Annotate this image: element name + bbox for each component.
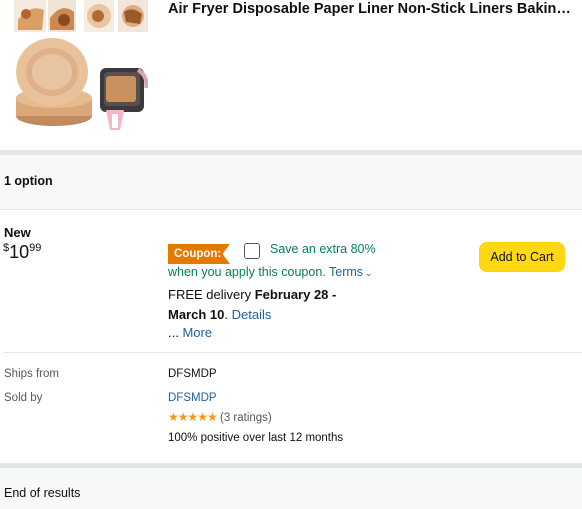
condition-label: New xyxy=(4,225,31,240)
product-image[interactable] xyxy=(14,36,149,134)
more-prefix: ... xyxy=(168,325,183,340)
coupon-apply-line: when you apply this coupon. Terms ⌄ xyxy=(168,265,373,279)
chevron-down-icon[interactable]: ⌄ xyxy=(365,268,373,278)
product-image-art xyxy=(16,38,149,130)
ratings-count: (3 ratings) xyxy=(220,412,272,424)
seller-positive-feedback: 100% positive over last 12 months xyxy=(168,432,344,444)
coupon-badge: Coupon: xyxy=(168,244,230,264)
sold-by-link[interactable]: DFSMDP xyxy=(168,392,217,404)
coupon-checkbox[interactable] xyxy=(244,243,260,259)
delivery-dates-end: March 10 xyxy=(168,307,225,322)
product-title[interactable]: Air Fryer Disposable Paper Liner Non-Sti… xyxy=(168,1,572,17)
options-count: 1 option xyxy=(4,174,53,188)
end-of-results: End of results xyxy=(4,486,81,500)
thumbnail-strip[interactable] xyxy=(14,0,148,34)
price: $1099 xyxy=(3,242,41,263)
delivery-info: FREE delivery February 28 - March 10. Det… xyxy=(168,285,368,325)
coupon-save-text[interactable]: Save an extra 80% xyxy=(270,242,376,256)
price-whole: 10 xyxy=(9,242,30,262)
more-link[interactable]: More xyxy=(182,325,212,340)
more-row: ... More xyxy=(168,325,212,340)
ships-from-value: DFSMDP xyxy=(168,368,217,380)
price-fraction: 99 xyxy=(29,242,42,254)
options-header-band xyxy=(0,155,582,210)
offer-divider xyxy=(4,352,582,353)
add-to-cart-button[interactable]: Add to Cart xyxy=(479,242,565,272)
thumbnail-images[interactable] xyxy=(14,0,148,34)
delivery-dates-start: February 28 - xyxy=(254,287,337,302)
results-end-band xyxy=(0,468,582,509)
delivery-prefix: FREE delivery xyxy=(168,287,255,302)
details-link[interactable]: Details xyxy=(232,307,272,322)
seller-rating[interactable]: ★★★★★ (3 ratings) xyxy=(168,410,272,424)
star-rating-icon: ★★★★★ xyxy=(168,410,218,424)
sold-by-label: Sold by xyxy=(4,392,43,404)
ships-from-label: Ships from xyxy=(4,368,59,380)
delivery-separator: . xyxy=(224,307,232,322)
coupon-apply-text: when you apply this coupon. xyxy=(168,265,326,279)
terms-link[interactable]: Terms xyxy=(329,265,363,279)
